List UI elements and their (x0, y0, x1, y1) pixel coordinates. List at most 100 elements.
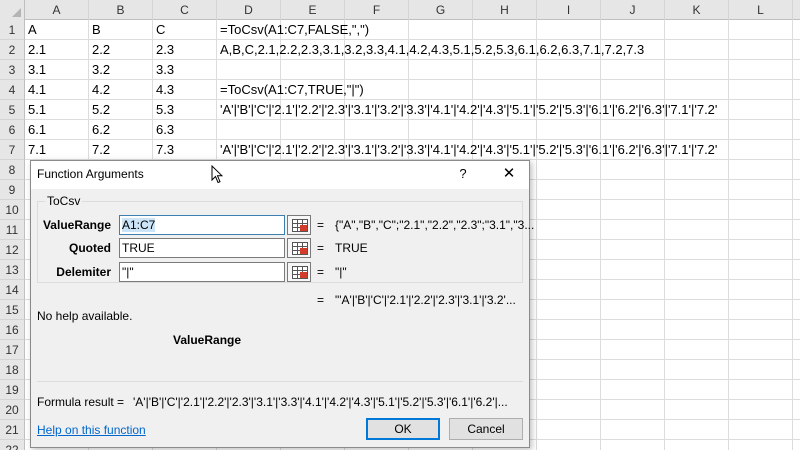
column-header[interactable]: E (281, 0, 345, 20)
cell-a2[interactable]: 2.1 (25, 40, 46, 60)
cell-b3[interactable]: 3.2 (89, 60, 110, 80)
column-header[interactable]: F (345, 0, 409, 20)
row-header[interactable]: 21 (0, 420, 25, 440)
row-header[interactable]: 1 (0, 20, 25, 40)
row-header[interactable]: 8 (0, 160, 25, 180)
valuerange-result: {"A","B","C";"2.1","2.2","2.3";"3.1","3.… (335, 218, 535, 232)
gridline (25, 79, 800, 80)
cell-a4[interactable]: 4.1 (25, 80, 46, 100)
quoted-input[interactable]: TRUE (119, 238, 285, 258)
column-header[interactable]: K (665, 0, 729, 20)
row-header[interactable]: 20 (0, 400, 25, 420)
quoted-result: TRUE (335, 241, 368, 255)
cell-c3[interactable]: 3.3 (153, 60, 174, 80)
row-header[interactable]: 19 (0, 380, 25, 400)
row-header[interactable]: 12 (0, 240, 25, 260)
cell-b4[interactable]: 4.2 (89, 80, 110, 100)
cell-d1[interactable]: =ToCsv(A1:C7,FALSE,",") (217, 20, 369, 40)
row-header[interactable]: 9 (0, 180, 25, 200)
help-description: No help available. (37, 309, 133, 323)
cell-d7[interactable]: 'A'|'B'|'C'|'2.1'|'2.2'|'2.3'|'3.1'|'3.2… (217, 140, 717, 160)
row-header[interactable]: 11 (0, 220, 25, 240)
cell-b2[interactable]: 2.2 (89, 40, 110, 60)
row-header[interactable]: 6 (0, 120, 25, 140)
valuerange-input-value: A1:C7 (122, 218, 156, 232)
cell-a7[interactable]: 7.1 (25, 140, 46, 160)
arg-label-valuerange: ValueRange (42, 218, 111, 232)
row-header[interactable]: 17 (0, 340, 25, 360)
row-header[interactable]: 10 (0, 200, 25, 220)
cell-a3[interactable]: 3.1 (25, 60, 46, 80)
cell-d4[interactable]: =ToCsv(A1:C7,TRUE,"|") (217, 80, 364, 100)
row-header[interactable]: 18 (0, 360, 25, 380)
row-header[interactable]: 22 (0, 440, 25, 450)
valuerange-input[interactable]: A1:C7 (119, 215, 285, 235)
cancel-button[interactable]: Cancel (449, 418, 523, 440)
row-header[interactable]: 4 (0, 80, 25, 100)
cell-c6[interactable]: 6.3 (153, 120, 174, 140)
cell-c1[interactable]: C (153, 20, 165, 40)
cell-b6[interactable]: 6.2 (89, 120, 110, 140)
row-header[interactable]: 14 (0, 280, 25, 300)
gridline (536, 20, 537, 450)
function-name: ToCsv (45, 194, 83, 208)
arg-label-quoted: Quoted (69, 241, 111, 255)
dialog-title: Function Arguments (37, 167, 144, 181)
column-header[interactable]: I (537, 0, 601, 20)
function-result: "'A'|'B'|'C'|'2.1'|'2.2'|'2.3'|'3.1'|'3.… (335, 293, 516, 307)
gridline (664, 20, 665, 450)
gridline (600, 20, 601, 450)
dialog-titlebar[interactable]: Function Arguments ? ✕ (31, 161, 529, 189)
column-header[interactable]: B (89, 0, 153, 20)
cell-d5[interactable]: 'A'|'B'|'C'|'2.1'|'2.2'|'2.3'|'3.1'|'3.2… (217, 100, 717, 120)
row-header[interactable]: 13 (0, 260, 25, 280)
column-header[interactable]: G (409, 0, 473, 20)
arg-equals: = (317, 241, 325, 255)
row-header[interactable]: 15 (0, 300, 25, 320)
cell-c5[interactable]: 5.3 (153, 100, 174, 120)
delemiter-input[interactable]: "|" (119, 262, 285, 282)
mouse-pointer-icon (211, 165, 223, 184)
column-header[interactable]: J (601, 0, 665, 20)
row-header[interactable]: 2 (0, 40, 25, 60)
column-header[interactable]: A (25, 0, 89, 20)
row-header[interactable]: 3 (0, 60, 25, 80)
cell-b7[interactable]: 7.2 (89, 140, 110, 160)
divider (37, 381, 523, 382)
help-on-function-link[interactable]: Help on this function (37, 423, 146, 437)
cell-b5[interactable]: 5.2 (89, 100, 110, 120)
column-header[interactable]: D (217, 0, 281, 20)
formula-result-label: Formula result = (37, 395, 125, 409)
gridline (792, 20, 793, 450)
help-icon[interactable]: ? (456, 166, 470, 182)
cell-a6[interactable]: 6.1 (25, 120, 46, 140)
formula-result-value: 'A'|'B'|'C'|'2.1'|'2.2'|'2.3'|'3.1'|'3.3… (133, 395, 508, 409)
cell-c7[interactable]: 7.3 (153, 140, 174, 160)
current-arg-name: ValueRange (173, 333, 242, 347)
column-header[interactable]: L (729, 0, 793, 20)
delemiter-ref-button[interactable] (287, 262, 311, 282)
column-header[interactable]: H (473, 0, 537, 20)
column-header[interactable]: C (153, 0, 217, 20)
cell-d2[interactable]: A,B,C,2.1,2.2,2.3,3.1,3.2,3.3,4.1,4.2,4.… (217, 40, 644, 60)
cell-c4[interactable]: 4.3 (153, 80, 174, 100)
select-all-corner[interactable] (0, 0, 25, 20)
valuerange-ref-button[interactable] (287, 215, 311, 235)
row-header[interactable]: 5 (0, 100, 25, 120)
cell-c2[interactable]: 2.3 (153, 40, 174, 60)
close-icon[interactable]: ✕ (501, 164, 517, 182)
cell-b1[interactable]: B (89, 20, 101, 40)
arg-equals: = (317, 218, 325, 232)
range-select-icon (292, 266, 308, 279)
ok-button[interactable]: OK (366, 418, 440, 440)
arg-equals: = (317, 265, 325, 279)
gridline (728, 20, 729, 450)
function-arguments-dialog: Function Arguments ? ✕ ToCsv ValueRange … (30, 160, 534, 448)
quoted-ref-button[interactable] (287, 238, 311, 258)
cell-a1[interactable]: A (25, 20, 37, 40)
row-header[interactable]: 7 (0, 140, 25, 160)
function-result-equals: = (317, 293, 325, 307)
row-header[interactable]: 16 (0, 320, 25, 340)
range-select-icon (292, 219, 308, 232)
cell-a5[interactable]: 5.1 (25, 100, 46, 120)
